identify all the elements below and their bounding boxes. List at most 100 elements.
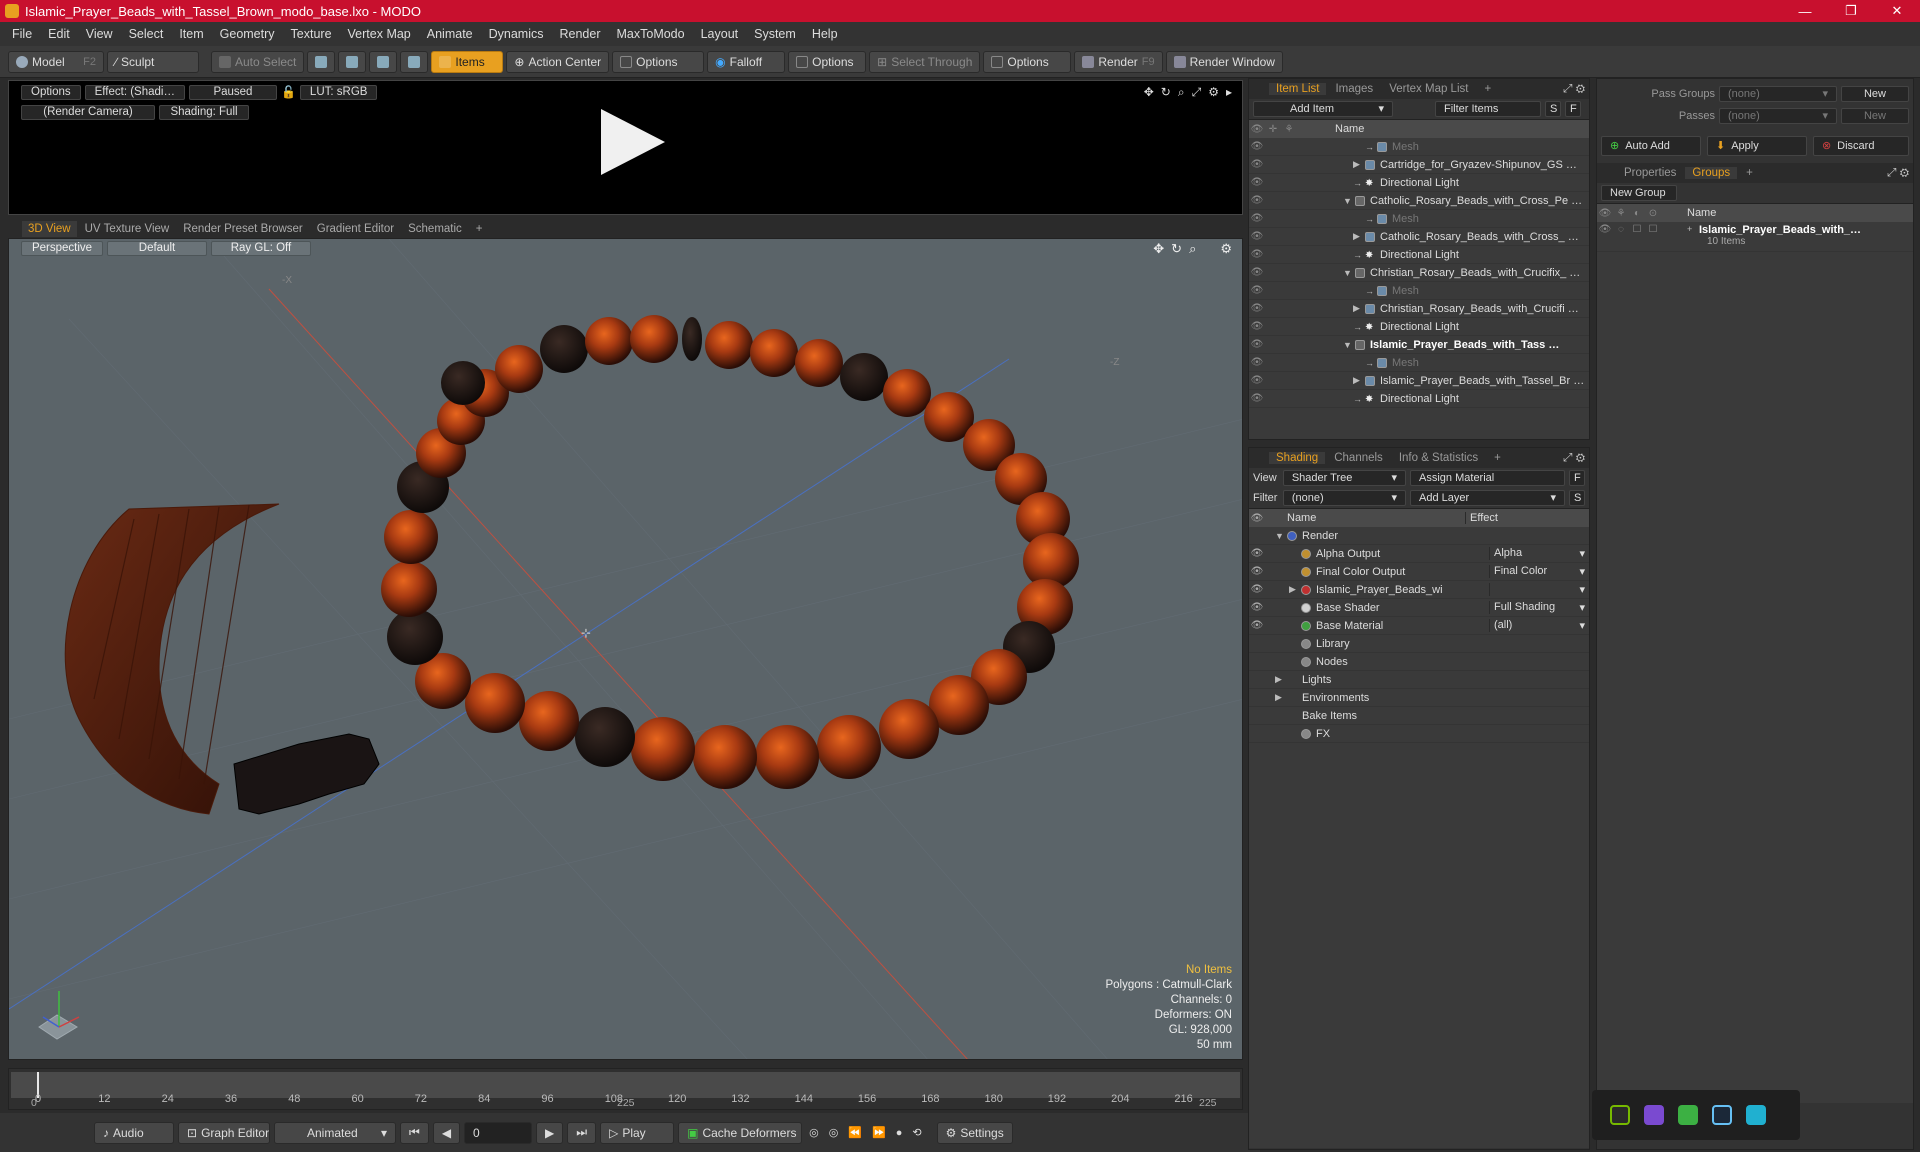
render-toggle-icon[interactable]: ◌ [1613,224,1629,235]
eye-icon[interactable]: 👁 [1249,285,1265,296]
3d-viewport[interactable]: Perspective Default Ray GL: Off ✥ ↻ ⌕ ⚙ … [8,238,1243,1060]
name-column-header[interactable]: Name [1687,207,1716,219]
eye-icon[interactable]: 👁 [1249,231,1265,242]
arrow-right-icon[interactable]: ▸ [1226,85,1232,100]
eye-icon[interactable]: 👁 [1249,177,1265,188]
gear-icon[interactable]: ⚙ [1220,241,1232,257]
tab-vertex-map-list[interactable]: Vertex Map List [1382,83,1475,95]
collapse-icon[interactable]: ▼ [1343,196,1355,206]
cache-deformers-button[interactable]: ▣ Cache Deformers [678,1121,803,1144]
rotate-icon[interactable]: ↻ [1171,241,1182,257]
menu-dynamics[interactable]: Dynamics [481,27,552,41]
add-tab-button[interactable]: + [1477,83,1498,95]
preview-effect-dropdown[interactable]: Effect: (Shadi… [84,85,185,100]
item-row[interactable]: 👁 → Mesh [1249,282,1589,300]
play-button[interactable]: ▷ Play [600,1121,675,1144]
select-toggle-icon[interactable]: ☐ [1645,224,1661,235]
vertices-mode-button[interactable] [307,50,336,73]
effect-dropdown[interactable]: Alpha ▾ [1489,547,1589,560]
item-row[interactable]: 👁 → ✸ Directional Light [1249,318,1589,336]
menu-edit[interactable]: Edit [40,27,78,41]
item-row[interactable]: 👁 ▶ Islamic_Prayer_Beads_with_Tassel_Br … [1249,372,1589,390]
prev-frame-icon[interactable]: ⏪ [845,1126,865,1139]
menu-layout[interactable]: Layout [693,27,747,41]
app-icon-purple[interactable] [1644,1105,1664,1125]
eye-icon[interactable]: 👁 [1249,249,1265,260]
eye-icon[interactable]: 👁 [1249,584,1265,595]
shader-tree-dropdown[interactable]: Shader Tree ▾ [1282,470,1407,486]
tab-images[interactable]: Images [1328,83,1380,95]
panel-maximize-icon[interactable]: ⤢ ⚙ [1556,452,1589,465]
tab-render-preset-browser[interactable]: Render Preset Browser [177,221,309,237]
eye-icon[interactable]: 👁 [1249,141,1265,152]
menu-item[interactable]: Item [171,27,211,41]
preview-options-button[interactable]: Options [21,85,81,100]
item-row[interactable]: 👁 → Mesh [1249,354,1589,372]
prev-key-button[interactable]: ◀ [432,1121,461,1144]
auto-select-button[interactable]: Auto Select [211,50,305,73]
key-icon[interactable]: ◎ [806,1126,822,1139]
eye-icon[interactable]: 👁 [1249,159,1265,170]
item-row[interactable]: 👁 → ✸ Directional Light [1249,390,1589,408]
expand-icon[interactable]: ▼ [1275,531,1287,541]
assign-material-button[interactable]: Assign Material [1410,470,1566,486]
item-row[interactable]: 👁 ▶ Catholic_Rosary_Beads_with_Cross_ … [1249,228,1589,246]
eye-icon[interactable]: 👁 [1249,566,1265,577]
record-icon[interactable]: ● [893,1127,906,1139]
pass-groups-dropdown[interactable]: (none) ▾ [1719,86,1837,102]
expand-icon[interactable]: ▶ [1275,674,1287,685]
expand-icon[interactable]: ▶ [1289,584,1301,595]
shader-row[interactable]: ▼ Render [1249,527,1589,545]
item-row[interactable]: 👁 ▼ Christian_Rosary_Beads_with_Crucifix_ … [1249,264,1589,282]
shader-row[interactable]: Bake Items [1249,707,1589,725]
effect-dropdown[interactable]: Full Shading ▾ [1489,601,1589,614]
gear-icon[interactable]: ⚙ [1208,85,1219,100]
new-group-button[interactable]: New Group [1601,185,1677,201]
add-item-dropdown[interactable]: Add Item ▾ [1253,101,1393,117]
sculpt-mode-button[interactable]: ∕ Sculpt [107,50,199,73]
eye-icon[interactable]: 👁 [1249,620,1265,631]
item-row[interactable]: 👁 → Mesh [1249,210,1589,228]
eye-icon[interactable]: 👁 [1249,375,1265,386]
projection-dropdown[interactable]: Perspective [21,241,103,256]
animated-dropdown[interactable]: Animated ▾ [274,1121,396,1144]
materials-mode-button[interactable] [400,50,429,73]
panel-maximize-icon[interactable]: ⤢ ⚙ [1556,83,1589,96]
polygons-mode-button[interactable] [369,50,398,73]
menu-texture[interactable]: Texture [283,27,340,41]
discard-button[interactable]: ⊗ Discard [1812,136,1909,156]
shader-row[interactable]: 👁 ▶ Islamic_Prayer_Beads_wit … ▾ [1249,581,1589,599]
render-window-button[interactable]: Render Window [1165,50,1283,73]
tab-groups[interactable]: Groups [1685,167,1738,179]
tab-info-statistics[interactable]: Info & Statistics [1392,452,1485,464]
effect-dropdown[interactable]: (all) ▾ [1489,619,1589,632]
rotate-icon[interactable]: ↻ [1161,85,1171,100]
s-toggle[interactable]: S [1545,101,1561,117]
next-frame-icon[interactable]: ⏩ [869,1126,889,1139]
minimize-button[interactable]: — [1782,0,1828,22]
edges-mode-button[interactable] [338,50,367,73]
f-toggle[interactable]: F [1565,101,1581,117]
shader-row[interactable]: ▶ Lights [1249,671,1589,689]
tab-channels[interactable]: Channels [1327,452,1390,464]
select-through-button[interactable]: ⊞ Select Through [869,50,981,73]
apply-button[interactable]: ⬇ Apply [1706,136,1807,156]
shader-row[interactable]: Nodes [1249,653,1589,671]
eye-icon[interactable]: 👁 [1249,548,1265,559]
menu-geometry[interactable]: Geometry [212,27,283,41]
new-pass-group-button[interactable]: New [1841,86,1909,102]
action-center-options-button[interactable]: Options [612,50,705,73]
zoom-icon[interactable]: ⌕ [1189,241,1196,257]
monitor-icon[interactable] [1746,1105,1766,1125]
item-row[interactable]: 👁 → Mesh [1249,138,1589,156]
panel-maximize-icon[interactable]: ⤢ ⚙ [1880,167,1913,180]
menu-vertex-map[interactable]: Vertex Map [340,27,419,41]
tab-3d-view[interactable]: 3D View [22,221,77,237]
go-end-button[interactable]: ⏭ [567,1121,597,1144]
menu-system[interactable]: System [746,27,804,41]
name-column-header[interactable]: Name [1335,123,1364,135]
name-column-header[interactable]: Name [1287,512,1465,524]
preview-paused-button[interactable]: Paused [188,85,277,100]
menu-file[interactable]: File [4,27,40,41]
timeline[interactable]: 0 12 24 36 48 60 72 84 96 108 120 132 144 156 168 180 19… [8,1068,1243,1110]
